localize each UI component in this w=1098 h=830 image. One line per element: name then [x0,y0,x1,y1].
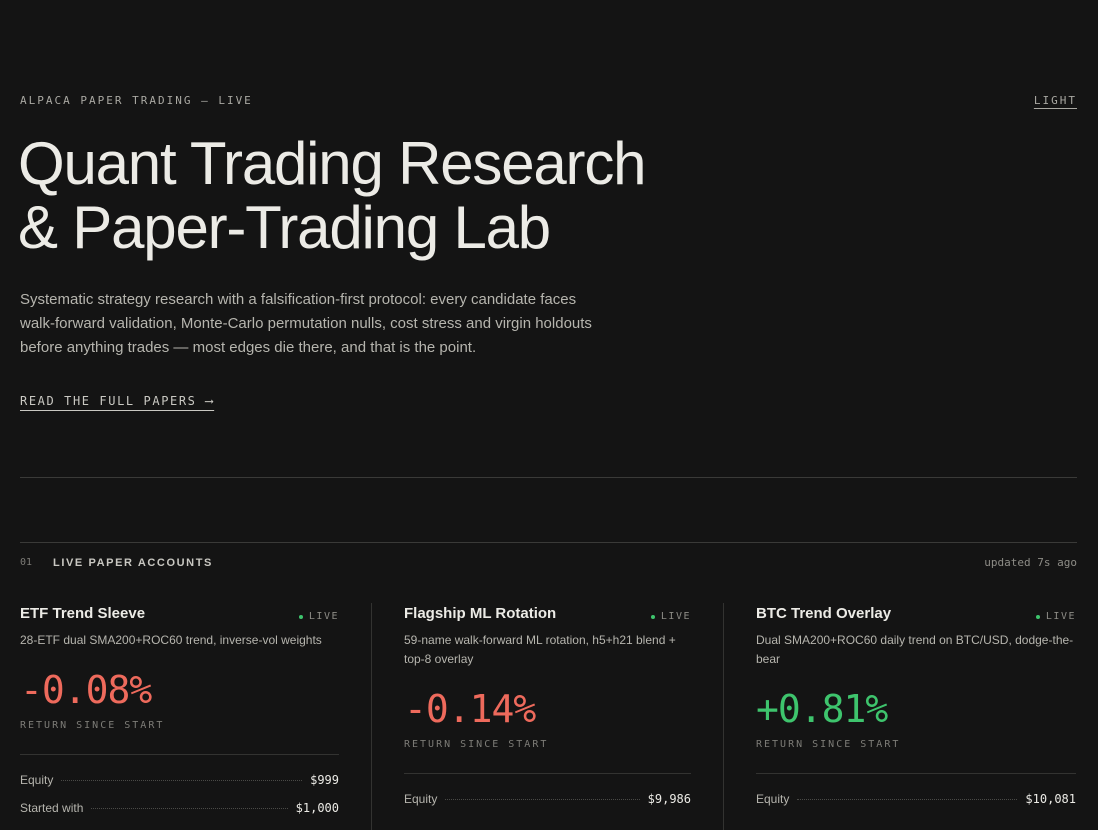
live-status-badge: LIVE [650,611,691,622]
top-bar: ALPACA PAPER TRADING — LIVE LIGHT [20,94,1077,107]
live-dot-icon [298,614,303,619]
account-name: BTC Trend Overlay [756,605,892,622]
account-return: +0.81% [756,687,888,731]
account-card-flagship-ml: Flagship ML Rotation LIVE 59-name walk-f… [371,603,723,830]
account-name: Flagship ML Rotation [404,605,557,622]
dotted-leader [797,799,1018,800]
theme-toggle-button[interactable]: LIGHT [1034,94,1077,107]
card-header: BTC Trend Overlay LIVE [756,603,1076,622]
card-divider [404,773,691,774]
dotted-leader [445,799,640,800]
equity-value: $10,081 [1025,792,1076,806]
started-with-row: Started with $1,000 [20,801,339,815]
started-with-label: Started with [20,801,84,815]
card-divider [756,773,1076,774]
page-title-line-2: & Paper-Trading Lab [18,194,551,261]
section-number: 01 [20,557,33,568]
account-card-etf-trend: ETF Trend Sleeve LIVE 28-ETF dual SMA200… [20,603,371,830]
return-label: RETURN SINCE START [20,720,165,731]
started-with-value: $1,000 [295,801,339,815]
section-header: 01 LIVE PAPER ACCOUNTS updated 7s ago [20,556,1077,569]
account-description: Dual SMA200+ROC60 daily trend on BTC/USD… [756,633,1074,666]
live-status-label: LIVE [308,611,339,622]
dotted-leader [61,780,303,781]
account-card-btc-trend: BTC Trend Overlay LIVE Dual SMA200+ROC60… [723,603,1076,830]
dotted-leader [91,808,288,809]
equity-row: Equity $999 [20,773,339,787]
return-label: RETURN SINCE START [756,739,901,750]
account-description: 28-ETF dual SMA200+ROC60 trend, inverse-… [20,633,322,647]
page-title-line-1: Quant Trading Research [18,130,647,197]
updated-timestamp: updated 7s ago [984,556,1077,569]
read-papers-link[interactable]: READ THE FULL PAPERS ⟶ [20,394,214,408]
card-header: ETF Trend Sleeve LIVE [20,603,339,622]
live-status-label: LIVE [660,611,691,622]
account-name: ETF Trend Sleeve [20,605,146,622]
accounts-grid: ETF Trend Sleeve LIVE 28-ETF dual SMA200… [20,603,1077,830]
page-title: Quant Trading Research & Paper-Trading L… [18,130,647,261]
equity-label: Equity [756,792,790,806]
account-description: 59-name walk-forward ML rotation, h5+h21… [404,633,676,666]
page-eyebrow: ALPACA PAPER TRADING — LIVE [20,94,253,107]
account-return: -0.14% [404,687,536,731]
card-header: Flagship ML Rotation LIVE [404,603,691,622]
equity-label: Equity [404,792,438,806]
section-title: LIVE PAPER ACCOUNTS [53,556,213,569]
equity-value: $999 [310,773,339,787]
section-divider [20,542,1077,543]
live-dot-icon [1035,614,1040,619]
live-dot-icon [650,614,655,619]
hero-description: Systematic strategy research with a fals… [20,291,592,356]
account-return: -0.08% [20,668,152,712]
return-label: RETURN SINCE START [404,739,549,750]
equity-row: Equity $9,986 [404,792,691,806]
live-status-badge: LIVE [1035,611,1076,622]
live-status-label: LIVE [1045,611,1076,622]
equity-row: Equity $10,081 [756,792,1076,806]
card-divider [20,754,339,755]
live-status-badge: LIVE [298,611,339,622]
equity-label: Equity [20,773,54,787]
section-divider [20,477,1077,478]
equity-value: $9,986 [647,792,691,806]
